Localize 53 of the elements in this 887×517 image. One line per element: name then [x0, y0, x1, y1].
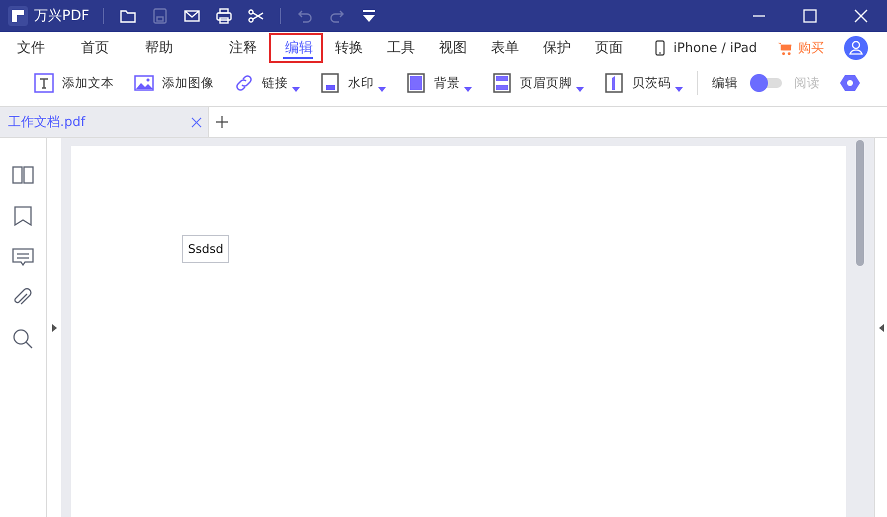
- toolbar-button[interactable]: 添加文本: [62, 74, 114, 92]
- document-tab[interactable]: 工作文档.pdf: [0, 107, 209, 137]
- search-icon[interactable]: [12, 328, 34, 350]
- print-icon[interactable]: [215, 7, 234, 25]
- menu-tab[interactable]: 文件: [17, 32, 45, 64]
- toolbar-button[interactable]: 页眉页脚: [520, 74, 572, 92]
- menu-tab[interactable]: 保护: [543, 32, 571, 64]
- text-box-icon[interactable]: [34, 73, 54, 93]
- edit-mode-label: 编辑: [712, 74, 738, 92]
- caret-icon[interactable]: [675, 86, 683, 92]
- avatar-icon[interactable]: [844, 36, 868, 60]
- menu-tab[interactable]: 编辑: [271, 35, 321, 61]
- header-footer-icon[interactable]: [492, 73, 512, 93]
- caret-icon[interactable]: [464, 86, 472, 92]
- menu-tab[interactable]: 页面: [595, 32, 623, 64]
- toolbar-button[interactable]: 添加图像: [162, 74, 214, 92]
- menu-tab[interactable]: 帮助: [145, 32, 173, 64]
- caret-icon[interactable]: [378, 86, 386, 92]
- thumbnails-icon[interactable]: [12, 164, 34, 186]
- toolbar-button[interactable]: 背景: [434, 74, 460, 92]
- scissors-icon[interactable]: [247, 7, 266, 25]
- bookmark-icon[interactable]: [12, 205, 34, 227]
- phone-icon: [655, 40, 666, 56]
- expand-arrow-icon[interactable]: [52, 324, 56, 332]
- scrollbar-thumb[interactable]: [856, 140, 864, 266]
- menu-tab[interactable]: 首页: [81, 32, 109, 64]
- number-one-icon[interactable]: [604, 73, 624, 93]
- plus-icon[interactable]: [216, 116, 228, 128]
- link-icon[interactable]: [234, 73, 254, 93]
- menu-tab[interactable]: 转换: [335, 32, 363, 64]
- maximize-icon[interactable]: [803, 9, 817, 23]
- watermark-icon[interactable]: [320, 73, 340, 93]
- logo-icon: [8, 6, 28, 26]
- collapse-arrow-icon[interactable]: [878, 324, 884, 332]
- toolbar-button[interactable]: 贝茨码: [632, 74, 671, 92]
- background-icon[interactable]: [406, 73, 426, 93]
- menu-tab[interactable]: 视图: [439, 32, 467, 64]
- hexagon-icon[interactable]: [840, 73, 860, 93]
- toolbar-button[interactable]: 链接: [262, 74, 288, 92]
- image-icon[interactable]: [134, 73, 154, 93]
- device-link[interactable]: iPhone / iPad: [673, 40, 757, 56]
- menu-tab[interactable]: 表单: [491, 32, 519, 64]
- toolbar-button[interactable]: 水印: [348, 74, 374, 92]
- comment-icon[interactable]: [12, 246, 34, 268]
- text-box[interactable]: Ssdsd: [182, 235, 230, 263]
- tab-title[interactable]: 工作文档.pdf: [8, 113, 86, 131]
- menu-tab[interactable]: 工具: [387, 32, 415, 64]
- caret-icon[interactable]: [576, 86, 584, 92]
- menu-tab[interactable]: 注释: [229, 32, 257, 64]
- app-title: 万兴PDF: [34, 7, 90, 25]
- caret-icon[interactable]: [292, 86, 300, 92]
- read-mode-label: 阅读: [794, 74, 820, 92]
- cart-icon: [777, 40, 792, 56]
